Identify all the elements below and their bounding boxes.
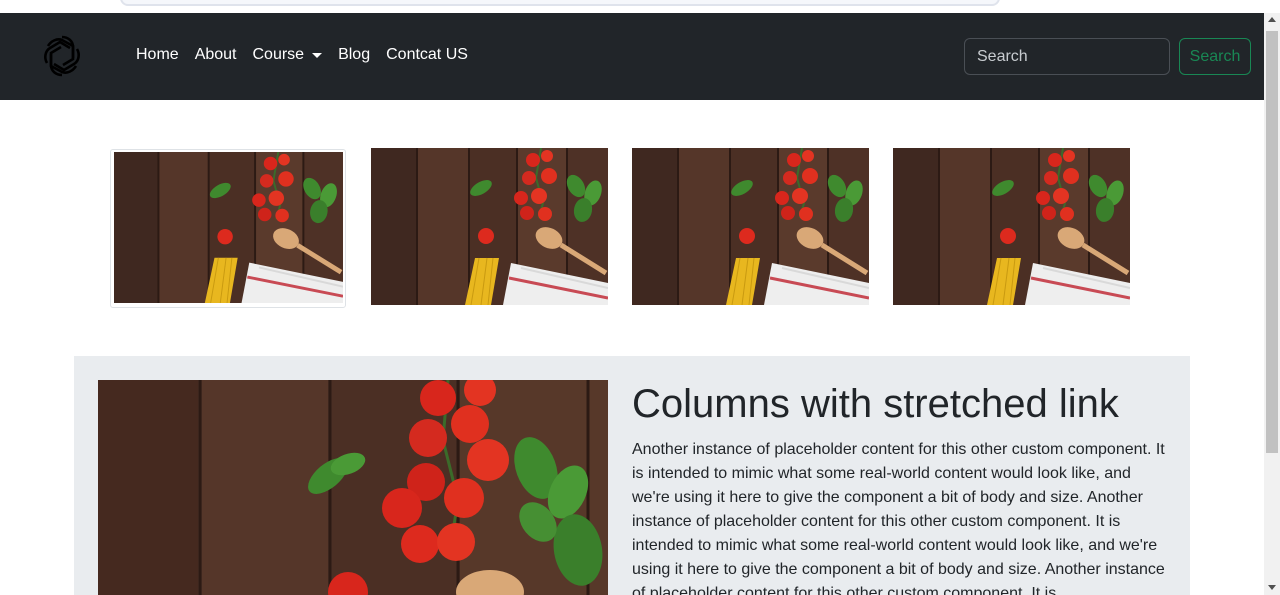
chevron-down-icon: [312, 52, 323, 58]
search-input[interactable]: [964, 38, 1170, 75]
gallery-image[interactable]: [893, 148, 1130, 305]
feature-text: Another instance of placeholder content …: [632, 441, 1165, 595]
nav-link-blog[interactable]: Blog: [338, 46, 370, 64]
feature-image: [98, 380, 608, 595]
nav-link-label: About: [194, 46, 237, 63]
scroll-up-icon[interactable]: [1268, 17, 1276, 22]
gallery-image[interactable]: [371, 148, 608, 305]
feature-title: Columns with stretched link: [632, 382, 1119, 426]
browser-address-strip: [0, 0, 1280, 13]
nav-link-label: Blog: [338, 46, 371, 63]
openai-logo-icon[interactable]: [40, 33, 84, 79]
nav-link-home[interactable]: Home: [136, 46, 179, 64]
nav-dropdown-course[interactable]: Course: [253, 46, 323, 64]
search-button[interactable]: Search: [1179, 38, 1251, 75]
address-bar[interactable]: [120, 0, 1000, 6]
nav-link-label: Contcat US: [386, 46, 468, 63]
scrollbar[interactable]: [1264, 13, 1280, 595]
scrollbar-thumb[interactable]: [1266, 31, 1278, 453]
nav-link-label: Course: [252, 46, 305, 63]
gallery-image[interactable]: [114, 152, 343, 303]
nav-link-contact[interactable]: Contcat US: [386, 46, 468, 64]
gallery-image[interactable]: [632, 148, 869, 305]
nav-link-label: Home: [136, 46, 179, 63]
nav-link-about[interactable]: About: [195, 46, 237, 64]
scroll-down-icon[interactable]: [1268, 585, 1276, 590]
navbar: Home About Course Blog Contcat US Search: [0, 13, 1264, 100]
nav-links: Home About Course Blog Contcat US: [136, 46, 484, 64]
